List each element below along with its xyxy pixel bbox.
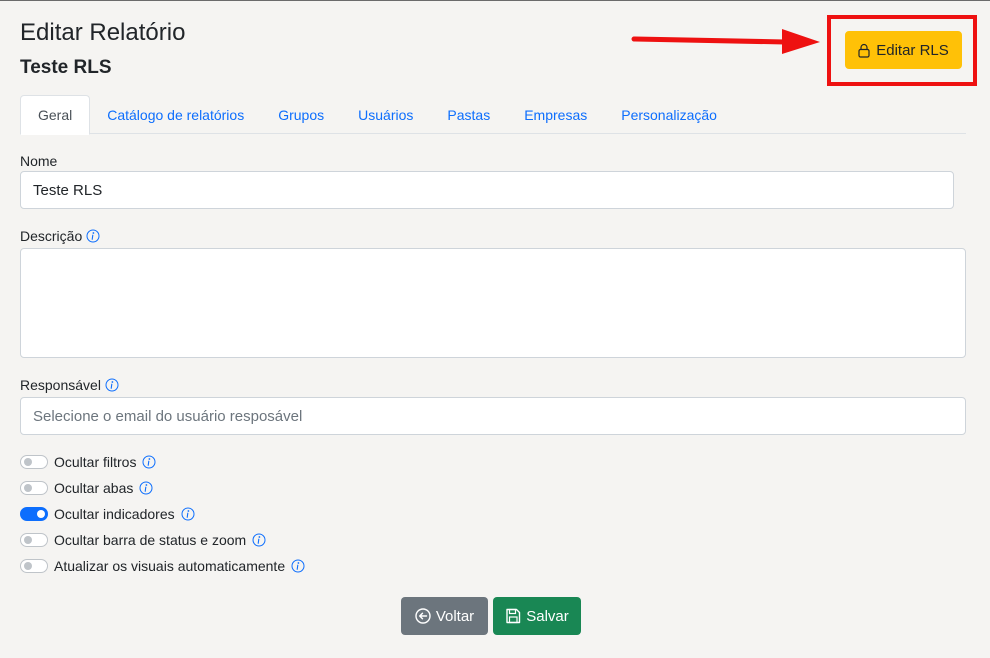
save-button-label: Salvar bbox=[526, 607, 569, 625]
owner-select[interactable]: Selecione o email do usuário resposável bbox=[20, 397, 966, 435]
toggle-auto-refresh[interactable] bbox=[20, 559, 48, 573]
floppy-disk-icon bbox=[505, 608, 521, 624]
tab-usuarios[interactable]: Usuários bbox=[341, 95, 430, 134]
edit-rls-button-label: Editar RLS bbox=[876, 41, 949, 59]
description-textarea[interactable] bbox=[20, 248, 966, 358]
info-icon[interactable] bbox=[252, 533, 266, 547]
page-title: Editar Relatório bbox=[20, 19, 186, 46]
name-label: Nome bbox=[20, 153, 57, 169]
report-name: Teste RLS bbox=[20, 57, 112, 78]
tab-personalizacao[interactable]: Personalização bbox=[604, 95, 734, 134]
info-icon[interactable] bbox=[105, 378, 119, 392]
tab-grupos[interactable]: Grupos bbox=[261, 95, 341, 134]
info-icon[interactable] bbox=[181, 507, 195, 521]
tab-catalogo-de-relatorios[interactable]: Catálogo de relatórios bbox=[90, 95, 261, 134]
owner-label-text: Responsável bbox=[20, 377, 101, 393]
toggle-hide-status-bar[interactable] bbox=[20, 533, 48, 547]
owner-label: Responsável bbox=[20, 377, 119, 393]
toggle-row-hide-filters: Ocultar filtros bbox=[20, 454, 156, 470]
info-icon[interactable] bbox=[139, 481, 153, 495]
toggle-label: Ocultar barra de status e zoom bbox=[54, 532, 247, 548]
edit-rls-button[interactable]: Editar RLS bbox=[845, 31, 962, 69]
back-button-label: Voltar bbox=[435, 607, 475, 625]
tab-bar: Geral Catálogo de relatórios Grupos Usuá… bbox=[20, 95, 966, 135]
arrow-left-circle-icon bbox=[415, 608, 431, 624]
tab-pastas[interactable]: Pastas bbox=[430, 95, 507, 134]
toggle-label: Ocultar filtros bbox=[54, 454, 137, 470]
toggle-hide-tabs[interactable] bbox=[20, 481, 48, 495]
info-icon[interactable] bbox=[86, 229, 100, 243]
annotation-arrow bbox=[631, 29, 820, 54]
name-input[interactable]: Teste RLS bbox=[20, 171, 954, 209]
toggle-hide-filters[interactable] bbox=[20, 455, 48, 469]
tab-empresas[interactable]: Empresas bbox=[507, 95, 604, 134]
description-label-text: Descrição bbox=[20, 228, 83, 244]
name-label-text: Nome bbox=[20, 153, 58, 169]
toggle-label: Ocultar indicadores bbox=[54, 506, 175, 522]
info-icon[interactable] bbox=[142, 455, 156, 469]
toggle-row-hide-status-bar: Ocultar barra de status e zoom bbox=[20, 532, 266, 548]
lock-icon bbox=[858, 43, 870, 58]
toggle-hide-indicators[interactable] bbox=[20, 507, 48, 521]
description-label: Descrição bbox=[20, 228, 100, 244]
back-button[interactable]: Voltar bbox=[401, 597, 488, 635]
tab-geral[interactable]: Geral bbox=[20, 95, 91, 135]
toggle-row-hide-tabs: Ocultar abas bbox=[20, 480, 153, 496]
toggle-label: Ocultar abas bbox=[54, 480, 134, 496]
save-button[interactable]: Salvar bbox=[493, 597, 581, 635]
toggle-row-hide-indicators: Ocultar indicadores bbox=[20, 506, 195, 522]
info-icon[interactable] bbox=[291, 559, 305, 573]
toggle-row-auto-refresh: Atualizar os visuais automaticamente bbox=[20, 558, 305, 574]
toggle-label: Atualizar os visuais automaticamente bbox=[54, 558, 286, 574]
